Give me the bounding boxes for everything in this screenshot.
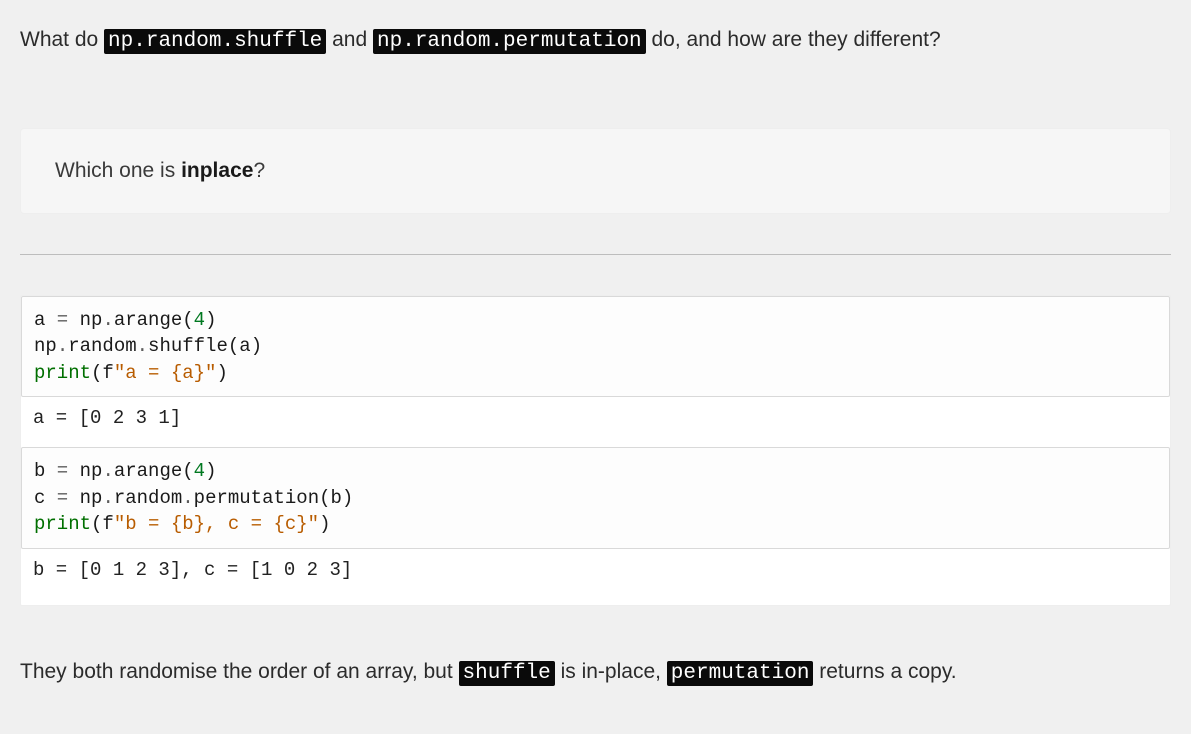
tok: . <box>182 487 193 509</box>
tok: f <box>102 513 113 535</box>
tok: f <box>102 362 113 384</box>
code-chip-shuffle-answer: shuffle <box>459 661 555 686</box>
hint-suffix: ? <box>253 159 265 182</box>
output-cell-1: a = [0 2 3 1] <box>21 397 1170 447</box>
hint-box: Which one is inplace? <box>20 128 1171 214</box>
code-cell-2: b = np.arange(4) c = np.random.permutati… <box>21 447 1170 549</box>
answer-mid: is in-place, <box>555 660 667 683</box>
code-chip-permutation: np.random.permutation <box>373 29 646 54</box>
tok: np <box>80 309 103 331</box>
tok: ( <box>91 513 102 535</box>
tok: c <box>34 487 45 509</box>
tok: ( <box>182 460 193 482</box>
hint-bold: inplace <box>181 159 253 182</box>
tok: . <box>102 460 113 482</box>
tok: random <box>114 487 182 509</box>
answer-paragraph: They both randomise the order of an arra… <box>20 656 1171 690</box>
tok: ) <box>342 487 353 509</box>
tok: b <box>331 487 342 509</box>
code-chip-permutation-answer: permutation <box>667 661 814 686</box>
question-text-prefix: What do <box>20 28 104 51</box>
tok: ) <box>205 309 216 331</box>
tok: . <box>102 309 113 331</box>
tok: random <box>68 335 136 357</box>
tok: ( <box>319 487 330 509</box>
document-page: What do np.random.shuffle and np.random.… <box>0 0 1191 734</box>
tok: 4 <box>194 309 205 331</box>
tok: . <box>137 335 148 357</box>
tok: b <box>34 460 45 482</box>
tok: ( <box>182 309 193 331</box>
tok: arange <box>114 460 182 482</box>
tok: arange <box>114 309 182 331</box>
tok: a <box>34 309 45 331</box>
notebook-cells: a = np.arange(4) np.random.shuffle(a) pr… <box>20 295 1171 607</box>
code-chip-shuffle: np.random.shuffle <box>104 29 326 54</box>
answer-prefix: They both randomise the order of an arra… <box>20 660 459 683</box>
tok: np <box>34 335 57 357</box>
tok: print <box>34 362 91 384</box>
question-paragraph: What do np.random.shuffle and np.random.… <box>20 24 1171 58</box>
tok: print <box>34 513 91 535</box>
answer-suffix: returns a copy. <box>813 660 956 683</box>
tok: a <box>239 335 250 357</box>
tok: = <box>45 487 79 509</box>
tok: ( <box>228 335 239 357</box>
tok: ) <box>251 335 262 357</box>
tok: "a = {a}" <box>114 362 217 384</box>
question-text-mid: and <box>326 28 373 51</box>
tok: 4 <box>194 460 205 482</box>
tok: = <box>45 309 79 331</box>
tok: permutation <box>194 487 319 509</box>
tok: ) <box>205 460 216 482</box>
tok: np <box>80 460 103 482</box>
tok: . <box>57 335 68 357</box>
tok: ) <box>319 513 330 535</box>
hint-prefix: Which one is <box>55 159 181 182</box>
divider <box>20 254 1171 255</box>
tok: . <box>102 487 113 509</box>
tok: shuffle <box>148 335 228 357</box>
question-text-suffix: do, and how are they different? <box>646 28 941 51</box>
tok: = <box>45 460 79 482</box>
code-cell-1: a = np.arange(4) np.random.shuffle(a) pr… <box>21 296 1170 398</box>
output-cell-2: b = [0 1 2 3], c = [1 0 2 3] <box>21 549 1170 599</box>
tok: ) <box>216 362 227 384</box>
tok: "b = {b}, c = {c}" <box>114 513 319 535</box>
tok: np <box>80 487 103 509</box>
tok: ( <box>91 362 102 384</box>
